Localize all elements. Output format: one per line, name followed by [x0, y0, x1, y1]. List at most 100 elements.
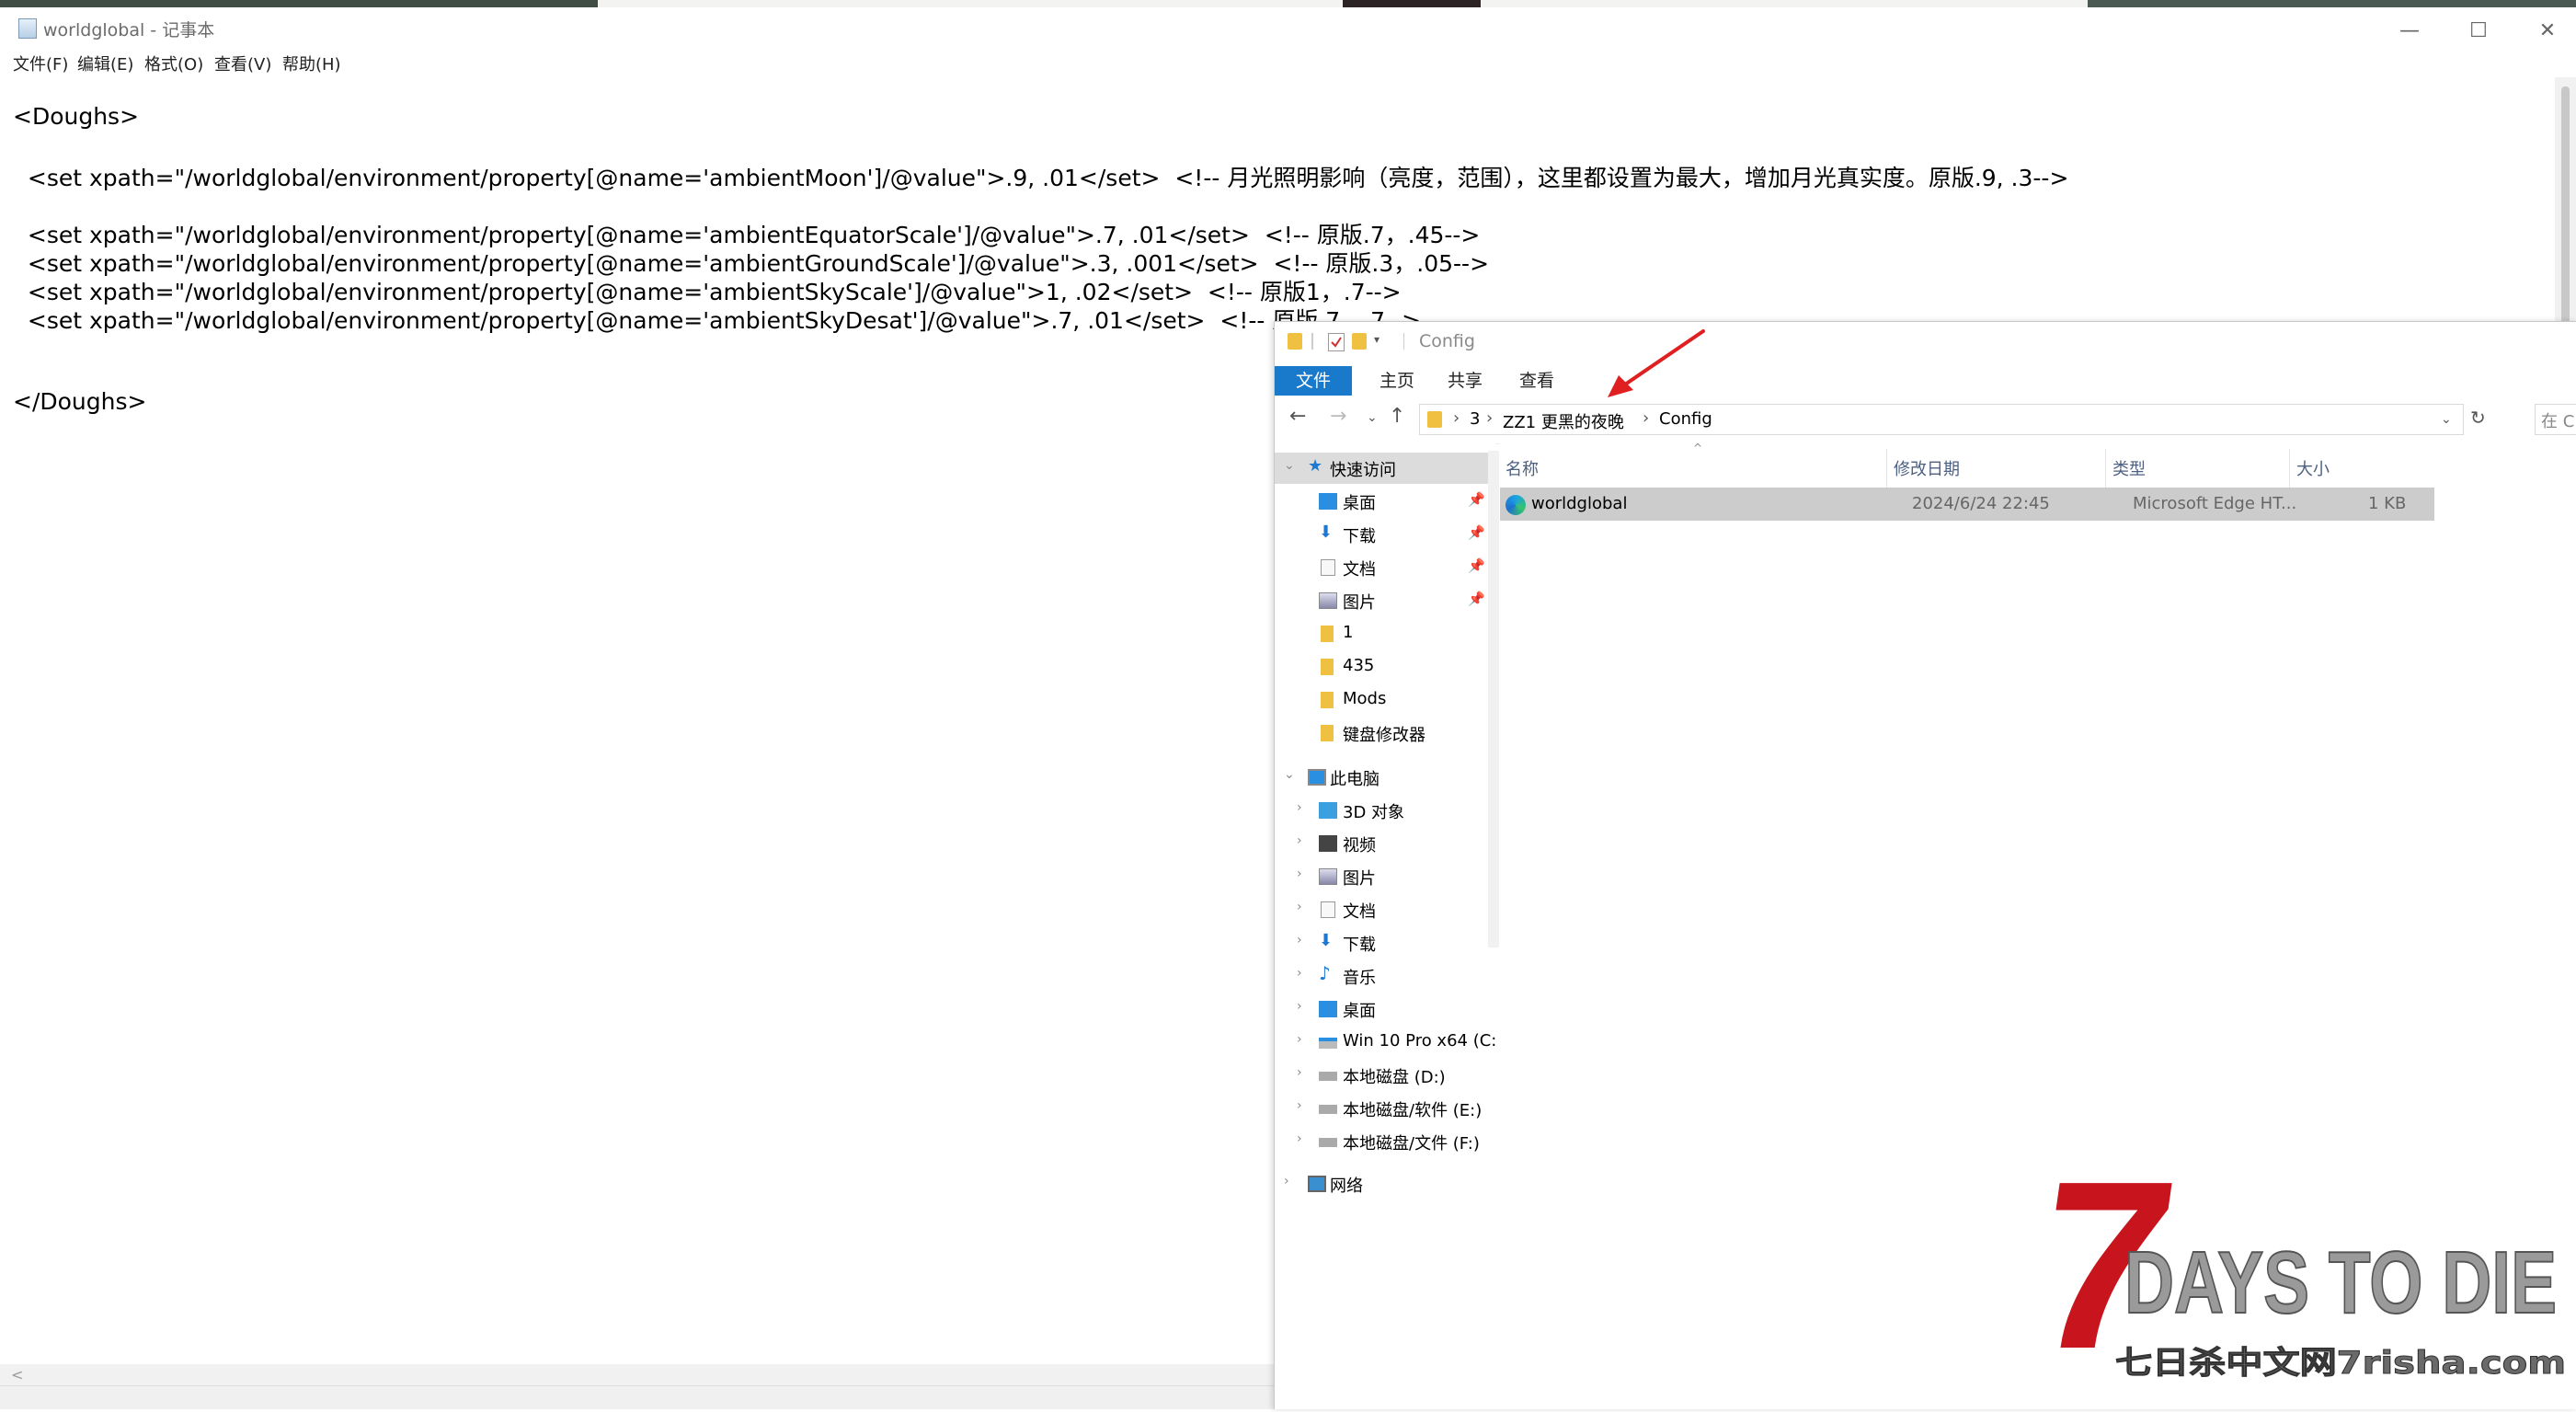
chevron-right-icon[interactable]: › [1297, 933, 1302, 947]
nav-item-drive-c[interactable]: › Win 10 Pro x64 (C: [1275, 1027, 1496, 1058]
nav-item-pictures-pc[interactable]: › 图片 [1275, 861, 1488, 892]
tab-share[interactable]: 共享 [1433, 366, 1497, 396]
video-icon [1319, 835, 1337, 852]
explorer-titlebar[interactable]: ▾ Config [1275, 322, 2576, 361]
tab-home[interactable]: 主页 [1365, 366, 1429, 396]
chevron-right-icon[interactable]: › [1486, 408, 1493, 428]
column-header-type[interactable]: 类型 [2112, 456, 2146, 480]
watermark-title: DAYS TO DIE [2124, 1234, 2557, 1332]
nav-item-drive-d[interactable]: › 本地磁盘 (D:) [1275, 1060, 1488, 1091]
chevron-down-icon[interactable]: ⌄ [2441, 412, 2452, 427]
nav-item-3d-objects[interactable]: › 3D 对象 [1275, 795, 1488, 826]
refresh-icon[interactable]: ↻ [2470, 407, 2486, 429]
chevron-right-icon[interactable]: › [1297, 966, 1302, 981]
file-name: worldglobal [1531, 494, 1628, 513]
column-header-modified[interactable]: 修改日期 [1894, 456, 1960, 480]
new-folder-icon[interactable] [1352, 333, 1367, 350]
scroll-left-icon[interactable]: < [11, 1364, 23, 1385]
nav-item-keyboard-modifier[interactable]: 键盘修改器 [1275, 717, 1488, 749]
maximize-button[interactable]: ☐ [2442, 13, 2515, 50]
nav-item-pictures[interactable]: 图片 📌 [1275, 585, 1488, 616]
menu-format[interactable]: 格式(O) [144, 52, 203, 75]
notepad-titlebar[interactable]: worldglobal - 记事本 — ☐ ✕ [0, 7, 2576, 50]
nav-label: 本地磁盘/软件 (E:) [1343, 1101, 1483, 1120]
pin-icon: 📌 [1468, 591, 1485, 607]
nav-item-desktop[interactable]: 桌面 📌 [1275, 486, 1488, 517]
nav-item-mods[interactable]: Mods [1275, 684, 1488, 716]
tab-file[interactable]: 文件 [1275, 366, 1352, 396]
desktop-icon [1319, 1001, 1337, 1017]
back-arrow-icon[interactable]: ← [1289, 405, 1306, 428]
nav-item-drive-f[interactable]: › 本地磁盘/文件 (F:) [1275, 1126, 1488, 1157]
breadcrumb-item[interactable]: 3 [1470, 409, 1480, 429]
address-input[interactable]: › 3 › ZZ1 更黑的夜晚 › Config ⌄ [1419, 404, 2464, 435]
minimize-button[interactable]: — [2373, 13, 2446, 50]
nav-label: 图片 [1343, 869, 1376, 889]
nav-item-documents[interactable]: 文档 📌 [1275, 552, 1488, 583]
up-arrow-icon[interactable]: ↑ [1389, 405, 1405, 428]
nav-item-desktop-pc[interactable]: › 桌面 [1275, 993, 1488, 1025]
chevron-right-icon[interactable]: › [1297, 867, 1302, 881]
nav-item-documents-pc[interactable]: › 文档 [1275, 894, 1488, 925]
column-divider[interactable] [2289, 449, 2290, 493]
chevron-down-icon[interactable]: ⌄ [1284, 767, 1295, 782]
folder-icon [1427, 411, 1442, 428]
nav-item-folder-1[interactable]: 1 [1275, 618, 1488, 649]
search-input[interactable]: 在 C [2535, 404, 2576, 435]
column-header-name[interactable]: 名称 [1506, 456, 1539, 480]
forward-arrow-icon[interactable]: → [1330, 405, 1346, 428]
nav-item-music[interactable]: › ♪ 音乐 [1275, 960, 1488, 992]
nav-item-folder-435[interactable]: 435 [1275, 651, 1488, 683]
annotation-arrow [1608, 329, 1705, 397]
7-days-to-die-watermark: 7 DAYS TO DIE 七日杀中文网7risha.com [2019, 1131, 2576, 1408]
nav-scrollbar[interactable] [1488, 451, 1499, 947]
menu-edit[interactable]: 编辑(E) [77, 52, 133, 75]
chevron-right-icon[interactable]: › [1297, 1065, 1302, 1080]
nav-quick-access[interactable]: ⌄ ★ 快速访问 [1275, 453, 1488, 484]
chevron-down-icon[interactable]: ⌄ [1284, 458, 1295, 473]
separator [1311, 333, 1313, 350]
column-header-size[interactable]: 大小 [2296, 456, 2330, 480]
nav-item-videos[interactable]: › 视频 [1275, 828, 1488, 859]
column-divider[interactable] [1886, 449, 1887, 493]
menu-file[interactable]: 文件(F) [13, 52, 68, 75]
nav-label: 视频 [1343, 836, 1376, 855]
properties-icon[interactable] [1328, 333, 1345, 351]
chevron-right-icon[interactable]: › [1284, 1174, 1289, 1188]
chevron-right-icon[interactable]: › [1453, 408, 1460, 428]
chevron-right-icon[interactable]: › [1297, 999, 1302, 1014]
nav-label: 3D 对象 [1343, 803, 1405, 822]
chevron-right-icon[interactable]: › [1643, 408, 1649, 428]
nav-label: 435 [1343, 656, 1375, 675]
chevron-right-icon[interactable]: › [1297, 900, 1302, 914]
pin-icon: 📌 [1468, 557, 1485, 574]
nav-item-drive-e[interactable]: › 本地磁盘/软件 (E:) [1275, 1093, 1488, 1124]
chevron-right-icon[interactable]: › [1297, 1098, 1302, 1113]
nav-label: 网络 [1330, 1177, 1363, 1196]
code-line: <set xpath="/worldglobal/environment/pro… [13, 165, 2069, 191]
nav-item-downloads[interactable]: ⬇ 下载 📌 [1275, 519, 1488, 550]
recent-locations-icon[interactable]: ⌄ [1367, 410, 1378, 425]
tab-view[interactable]: 查看 [1505, 366, 1569, 396]
file-type: Microsoft Edge HT... [2133, 494, 2297, 513]
chevron-right-icon[interactable]: › [1297, 1131, 1302, 1146]
nav-network[interactable]: › 网络 [1275, 1168, 1488, 1200]
close-button[interactable]: ✕ [2511, 13, 2576, 50]
document-icon [1321, 559, 1335, 576]
menu-view[interactable]: 查看(V) [214, 52, 271, 75]
chevron-right-icon[interactable]: › [1297, 800, 1302, 815]
chevron-right-icon[interactable]: › [1297, 833, 1302, 848]
nav-this-pc[interactable]: ⌄ 此电脑 [1275, 762, 1488, 793]
navigation-pane: ⌄ ★ 快速访问 桌面 📌 ⬇ 下载 📌 文档 📌 图片 📌 1 435 Mod… [1275, 443, 1499, 1409]
file-row-worldglobal[interactable]: worldglobal 2024/6/24 22:45 Microsoft Ed… [1500, 488, 2434, 521]
menu-help[interactable]: 帮助(H) [282, 52, 341, 75]
nav-label: 快速访问 [1330, 461, 1396, 480]
breadcrumb-item[interactable]: Config [1659, 409, 1712, 429]
column-divider[interactable] [2105, 449, 2106, 493]
chevron-down-icon[interactable]: ▾ [1374, 333, 1389, 350]
nav-label: 下载 [1343, 936, 1376, 955]
chevron-right-icon[interactable]: › [1297, 1032, 1302, 1047]
nav-item-downloads-pc[interactable]: › ⬇ 下载 [1275, 927, 1488, 959]
download-icon: ⬇ [1319, 931, 1334, 950]
breadcrumb-item[interactable]: ZZ1 更黑的夜晚 [1503, 409, 1624, 433]
